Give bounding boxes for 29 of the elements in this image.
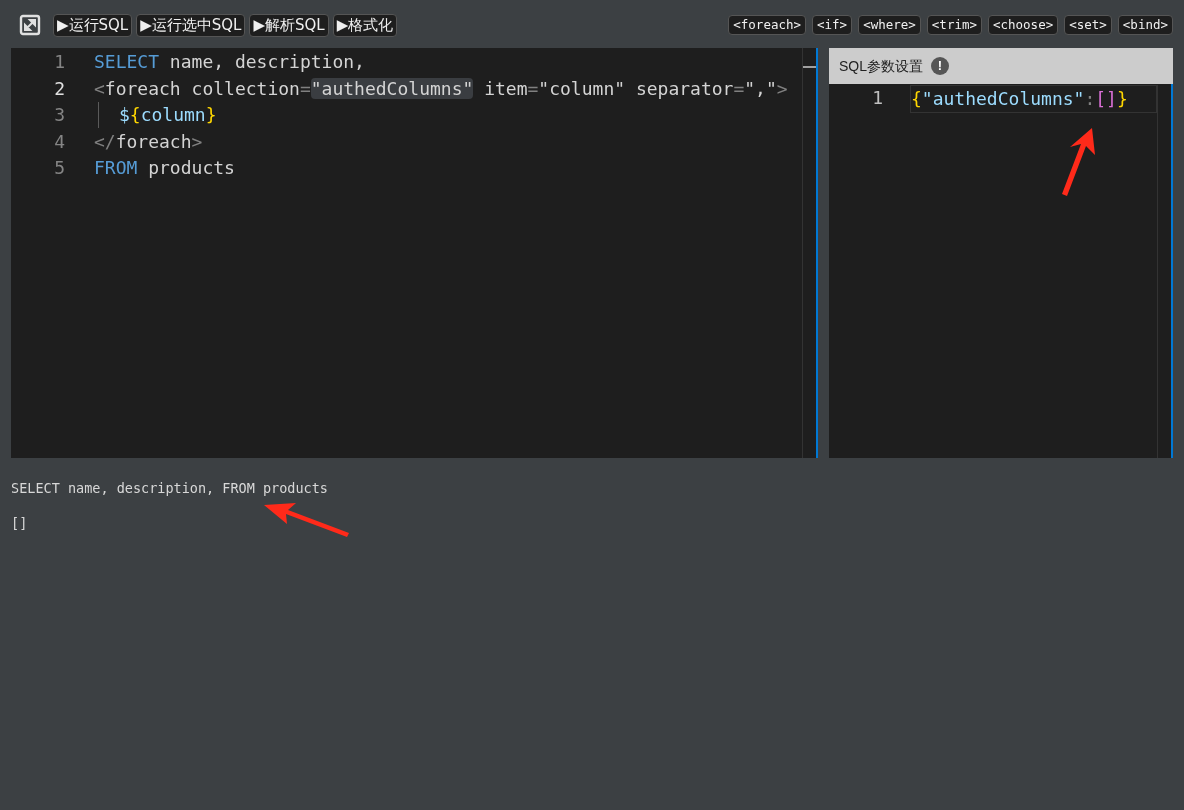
run-button[interactable]: ▶解析SQL [249, 13, 329, 37]
code-line: FROM products [94, 156, 235, 180]
run-button[interactable]: ▶格式化 [332, 13, 398, 37]
sql-editor[interactable]: 1 SELECT name, description, 2 <foreach collection="authedColumns" item="column" separator=","> 3 ${column} 4 </foreach> 5 FROM products [11, 48, 818, 458]
tag-insert-button[interactable]: <set> [1064, 15, 1112, 35]
parsed-sql: SELECT name, description, FROM products [11, 479, 328, 498]
panel-title: SQL参数设置 [839, 56, 923, 76]
result-text: [] [11, 514, 28, 534]
tag-insert-button[interactable]: <choose> [988, 15, 1059, 35]
code-line: <foreach collection="authedColumns" item="column" separator=","> [94, 76, 788, 101]
run-button[interactable]: ▶运行选中SQL [136, 13, 246, 37]
tag-insert-button[interactable]: <foreach> [728, 15, 807, 35]
line-number: 3 [53, 103, 65, 127]
tag-insert-button[interactable]: <where> [858, 15, 921, 35]
line-number: 1 [53, 50, 65, 74]
info-icon[interactable]: ! [931, 57, 949, 75]
annotation-arrow [1062, 128, 1095, 196]
code-line: </foreach> [94, 129, 203, 154]
fullscreen-icon[interactable] [19, 14, 41, 36]
line-number: 2 [53, 76, 65, 101]
tag-insert-button[interactable]: <bind> [1117, 15, 1173, 35]
line-number: 5 [53, 156, 65, 180]
run-button[interactable]: ▶运行SQL [53, 13, 133, 37]
line-number: 1 [871, 86, 883, 110]
tag-insert-button[interactable]: <if> [812, 15, 853, 35]
code-line: ${column} [94, 102, 217, 129]
code-line: SELECT name, description, [94, 50, 365, 74]
tag-insert-button[interactable]: <trim> [926, 15, 982, 35]
line-number: 4 [53, 129, 65, 154]
